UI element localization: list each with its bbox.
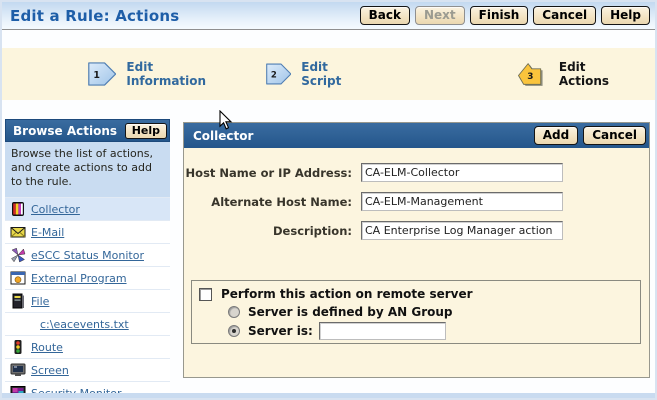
server-is-label: Server is: xyxy=(248,324,313,338)
collector-icon xyxy=(10,201,26,217)
back-button[interactable]: Back xyxy=(360,6,410,25)
step-2-arrow-icon: 2 xyxy=(266,58,292,90)
sidebar-title: Browse Actions xyxy=(6,124,117,138)
list-item-label: E-Mail xyxy=(31,226,64,239)
host-name-label: Host Name or IP Address: xyxy=(184,166,352,180)
step-1-label: Edit Information xyxy=(126,60,213,88)
external-program-icon xyxy=(10,270,26,286)
finish-button[interactable]: Finish xyxy=(470,6,529,25)
edit-rule-actions-window: Edit a Rule: Actions Back Next Finish Ca… xyxy=(0,0,657,400)
form-row: Alternate Host Name: xyxy=(184,192,649,211)
wizard-steps-strip: 1 Edit Information 2 Edit Script 3 Edit … xyxy=(2,48,655,100)
screen-icon xyxy=(10,362,26,378)
top-title-bar: Edit a Rule: Actions Back Next Finish Ca… xyxy=(2,2,655,30)
server-an-group-label: Server is defined by AN Group xyxy=(248,305,453,319)
form-row: Host Name or IP Address: xyxy=(184,163,649,182)
remote-server-groupbox: Perform this action on remote server Ser… xyxy=(191,280,641,344)
list-item-route[interactable]: Route xyxy=(5,336,170,359)
collector-panel-buttons: Add Cancel xyxy=(534,126,646,145)
browse-actions-sidebar: Browse Actions Help Browse the list of a… xyxy=(5,119,170,398)
help-button[interactable]: Help xyxy=(601,6,650,25)
list-item-label: c:\eacevents.txt xyxy=(40,318,129,331)
panel-cancel-button[interactable]: Cancel xyxy=(583,126,646,145)
actions-list: Collector E-Mail eSCC Status Monitor xyxy=(5,197,170,400)
step-2-label: Edit Script xyxy=(301,60,351,88)
collector-form: Host Name or IP Address: Alternate Host … xyxy=(184,148,649,240)
list-item-label: File xyxy=(31,295,49,308)
collector-panel: Collector Add Cancel Host Name or IP Add… xyxy=(183,122,650,378)
host-name-input[interactable] xyxy=(361,163,563,182)
svg-text:3: 3 xyxy=(527,72,533,82)
remote-server-checkbox-row[interactable]: Perform this action on remote server xyxy=(199,287,640,301)
description-label: Description: xyxy=(184,224,352,238)
remote-server-checkbox[interactable] xyxy=(199,288,212,301)
route-icon xyxy=(10,339,26,355)
collector-panel-header: Collector Add Cancel xyxy=(184,123,649,148)
list-item-escc-status-monitor[interactable]: eSCC Status Monitor xyxy=(5,244,170,267)
page-title: Edit a Rule: Actions xyxy=(2,7,179,25)
sidebar-help-button[interactable]: Help xyxy=(125,123,167,139)
step-edit-actions-current[interactable]: 3 Edit Actions xyxy=(517,56,619,92)
next-button: Next xyxy=(415,6,465,25)
form-row: Description: xyxy=(184,221,649,240)
status-monitor-icon xyxy=(10,247,26,263)
collector-panel-title: Collector xyxy=(193,129,253,143)
step-edit-information[interactable]: 1 Edit Information xyxy=(88,58,214,90)
description-input[interactable] xyxy=(361,221,563,240)
step-edit-script[interactable]: 2 Edit Script xyxy=(266,58,352,90)
server-name-input[interactable] xyxy=(319,322,446,340)
list-item-collector[interactable]: Collector xyxy=(5,198,170,221)
list-item-eacevents-file[interactable]: c:\eacevents.txt xyxy=(5,313,170,336)
list-item-label: Collector xyxy=(31,203,80,216)
list-item-external-program[interactable]: External Program xyxy=(5,267,170,290)
sidebar-description: Browse the list of actions, and create a… xyxy=(5,142,170,197)
step-1-arrow-icon: 1 xyxy=(88,58,116,90)
step-3-arrow-icon: 3 xyxy=(517,56,545,92)
server-an-group-radio-row[interactable]: Server is defined by AN Group xyxy=(228,305,640,319)
server-is-radio-row[interactable]: Server is: xyxy=(228,322,640,340)
list-item-label: eSCC Status Monitor xyxy=(31,249,144,262)
bottom-frame-strip xyxy=(2,393,655,398)
list-item-label: Route xyxy=(31,341,63,354)
wizard-nav-buttons: Back Next Finish Cancel Help xyxy=(360,6,655,25)
list-item-label: External Program xyxy=(31,272,127,285)
step-3-label: Edit Actions xyxy=(559,60,619,88)
sidebar-header: Browse Actions Help xyxy=(5,119,170,142)
list-item-screen[interactable]: Screen xyxy=(5,359,170,382)
server-is-radio[interactable] xyxy=(228,325,240,337)
alternate-host-name-input[interactable] xyxy=(361,192,563,211)
add-button[interactable]: Add xyxy=(534,126,578,145)
svg-text:1: 1 xyxy=(93,70,100,81)
remote-server-checkbox-label: Perform this action on remote server xyxy=(221,287,473,301)
list-item-file[interactable]: File xyxy=(5,290,170,313)
server-an-group-radio[interactable] xyxy=(228,306,240,318)
alternate-host-name-label: Alternate Host Name: xyxy=(184,195,352,209)
list-item-label: Screen xyxy=(31,364,69,377)
svg-text:2: 2 xyxy=(270,71,276,81)
email-icon xyxy=(10,224,26,240)
cancel-button[interactable]: Cancel xyxy=(533,6,596,25)
file-icon xyxy=(10,293,26,309)
list-item-email[interactable]: E-Mail xyxy=(5,221,170,244)
